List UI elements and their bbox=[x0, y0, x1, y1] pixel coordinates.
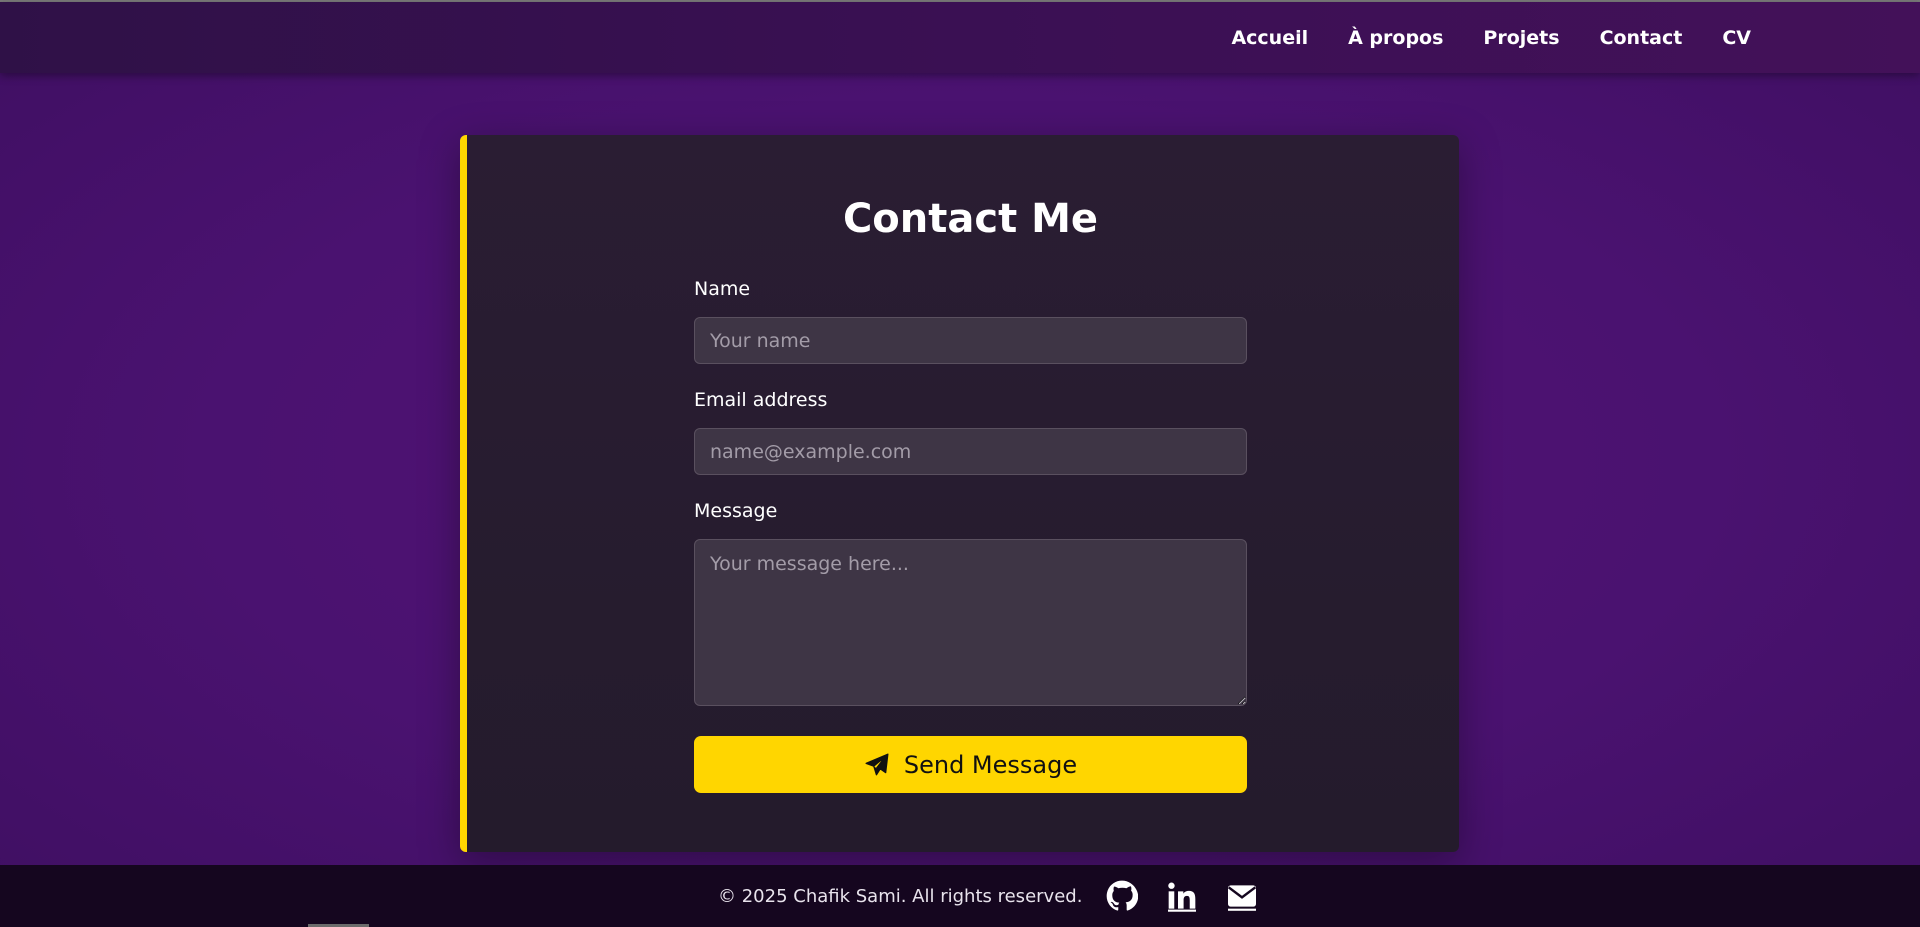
footer: © 2025 Chafik Sami. All rights reserved. bbox=[0, 865, 1920, 927]
send-message-button[interactable]: Send Message bbox=[694, 736, 1247, 793]
send-message-label: Send Message bbox=[903, 750, 1078, 779]
message-textarea[interactable] bbox=[694, 539, 1247, 706]
nav-link-contact[interactable]: Contact bbox=[1600, 27, 1683, 49]
github-icon[interactable] bbox=[1102, 876, 1142, 916]
envelope-icon[interactable] bbox=[1222, 876, 1262, 916]
nav-links: Accueil À propos Projets Contact CV bbox=[1231, 2, 1751, 73]
nav-link-projets[interactable]: Projets bbox=[1483, 27, 1559, 49]
navbar: Accueil À propos Projets Contact CV bbox=[0, 2, 1920, 73]
name-input[interactable] bbox=[694, 317, 1247, 364]
nav-link-cv[interactable]: CV bbox=[1722, 27, 1751, 49]
nav-link-a-propos[interactable]: À propos bbox=[1348, 27, 1443, 49]
page-title: Contact Me bbox=[842, 196, 1099, 242]
footer-content: © 2025 Chafik Sami. All rights reserved. bbox=[718, 865, 1282, 927]
paper-plane-icon bbox=[864, 752, 890, 778]
message-label: Message bbox=[694, 500, 778, 522]
email-label: Email address bbox=[694, 389, 828, 411]
email-input[interactable] bbox=[694, 428, 1247, 475]
contact-card: Contact Me Name Email address Message Se… bbox=[460, 135, 1459, 852]
linkedin-icon[interactable] bbox=[1162, 876, 1202, 916]
nav-link-accueil[interactable]: Accueil bbox=[1231, 27, 1308, 49]
name-label: Name bbox=[694, 278, 751, 300]
copyright-text: © 2025 Chafik Sami. All rights reserved. bbox=[718, 885, 1083, 907]
